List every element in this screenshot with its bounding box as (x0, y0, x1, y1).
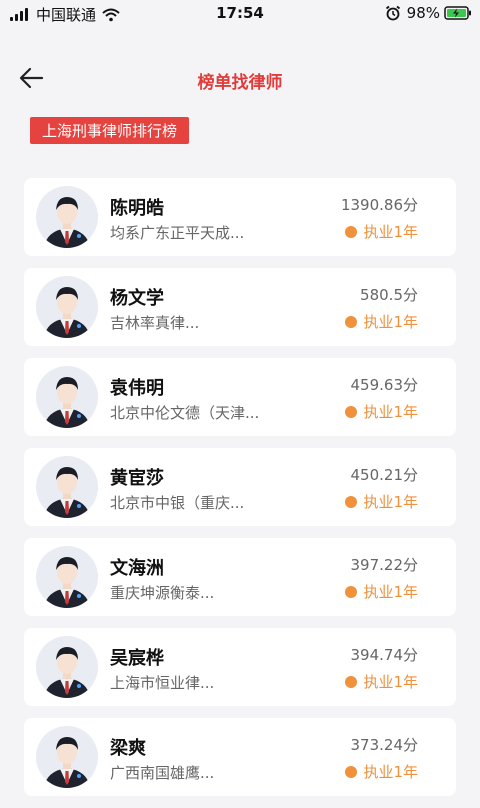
experience-badge: 执业1年 (345, 221, 418, 242)
avatar (36, 546, 98, 608)
lawyer-firm: 重庆坤源衡泰... (110, 584, 215, 602)
lawyer-score: 373.24分 (350, 736, 419, 754)
lawyer-score: 580.5分 (360, 286, 418, 304)
lawyer-name: 陈明皓 (110, 198, 164, 219)
lawyer-firm: 上海市恒业律... (110, 674, 215, 692)
lawyer-firm: 北京中伦文德（天津... (110, 404, 260, 422)
lawyer-name: 袁伟明 (110, 378, 164, 399)
lawyer-score: 450.21分 (350, 466, 419, 484)
lawyer-card[interactable]: 文海洲 重庆坤源衡泰... 397.22分 执业1年 (24, 538, 456, 616)
lawyer-score: 1390.86分 (340, 196, 418, 214)
avatar (36, 456, 98, 518)
lawyer-avatar-icon (36, 276, 98, 338)
dot-icon (345, 765, 358, 778)
experience-text: 执业1年 (363, 223, 418, 241)
experience-text: 执业1年 (363, 493, 418, 511)
nav-bar: 榜单找律师 (0, 44, 480, 110)
experience-badge: 执业1年 (345, 491, 418, 512)
experience-badge: 执业1年 (345, 581, 418, 602)
dot-icon (345, 405, 358, 418)
lawyer-avatar-icon (36, 726, 98, 788)
avatar (36, 366, 98, 428)
avatar (36, 726, 98, 788)
experience-text: 执业1年 (363, 673, 418, 691)
lawyer-firm: 吉林率真律... (110, 314, 200, 332)
lawyer-avatar-icon (36, 636, 98, 698)
lawyer-name: 杨文学 (110, 288, 164, 309)
lawyer-firm: 北京市中银（重庆... (110, 494, 245, 512)
lawyer-card[interactable]: 陈明皓 均系广东正平天成... 1390.86分 执业1年 (24, 178, 456, 256)
lawyer-card[interactable]: 梁爽 广西南国雄鹰... 373.24分 执业1年 (24, 718, 456, 796)
lawyer-score: 459.63分 (350, 376, 419, 394)
ranking-badge: 上海刑事律师排行榜 (30, 117, 190, 144)
battery-percent: 98% (406, 4, 440, 22)
alarm-icon (385, 5, 400, 21)
lawyer-avatar-icon (36, 366, 98, 428)
battery-charging-icon (444, 6, 471, 20)
lawyer-avatar-icon (36, 186, 98, 248)
dot-icon (345, 225, 358, 238)
experience-text: 执业1年 (363, 313, 418, 331)
dot-icon (345, 495, 358, 508)
lawyer-name: 黄宦莎 (110, 468, 164, 489)
lawyer-card[interactable]: 吴宸桦 上海市恒业律... 394.74分 执业1年 (24, 628, 456, 706)
dot-icon (345, 675, 358, 688)
lawyer-name: 文海洲 (110, 558, 164, 579)
experience-badge: 执业1年 (345, 401, 418, 422)
lawyer-score: 397.22分 (350, 556, 419, 574)
lawyer-avatar-icon (36, 456, 98, 518)
status-right: 98% (385, 4, 472, 22)
dot-icon (345, 315, 358, 328)
lawyer-name: 吴宸桦 (110, 648, 164, 669)
status-bar: 中国联通 17:54 98% (0, 0, 480, 28)
lawyer-list: 陈明皓 均系广东正平天成... 1390.86分 执业1年 杨文学 吉林率真律.… (24, 178, 456, 808)
lawyer-firm: 广西南国雄鹰... (110, 764, 215, 782)
experience-badge: 执业1年 (345, 761, 418, 782)
page-title: 榜单找律师 (197, 73, 283, 93)
avatar (36, 186, 98, 248)
experience-badge: 执业1年 (345, 671, 418, 692)
lawyer-firm: 均系广东正平天成... (110, 224, 245, 242)
lawyer-score: 394.74分 (350, 646, 419, 664)
lawyer-card[interactable]: 杨文学 吉林率真律... 580.5分 执业1年 (24, 268, 456, 346)
lawyer-avatar-icon (36, 546, 98, 608)
avatar (36, 276, 98, 338)
lawyer-name: 梁爽 (110, 738, 146, 759)
avatar (36, 636, 98, 698)
dot-icon (345, 585, 358, 598)
experience-text: 执业1年 (363, 403, 418, 421)
experience-badge: 执业1年 (345, 311, 418, 332)
lawyer-card[interactable]: 黄宦莎 北京市中银（重庆... 450.21分 执业1年 (24, 448, 456, 526)
lawyer-card[interactable]: 袁伟明 北京中伦文德（天津... 459.63分 执业1年 (24, 358, 456, 436)
experience-text: 执业1年 (363, 763, 418, 781)
experience-text: 执业1年 (363, 583, 418, 601)
